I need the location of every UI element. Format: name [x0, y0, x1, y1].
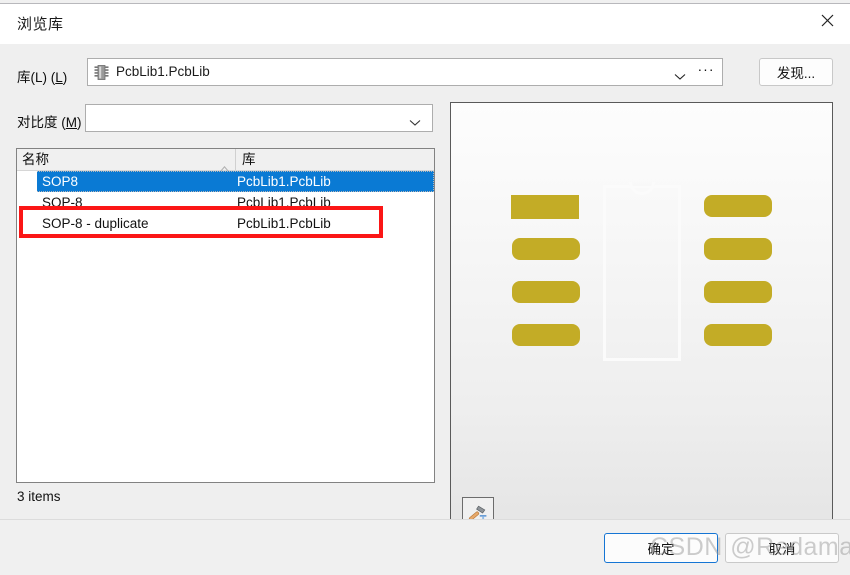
column-header-name-label: 名称	[22, 152, 49, 167]
row-library: PcbLib1.PcbLib	[237, 174, 331, 189]
library-label-tail: )	[62, 70, 68, 85]
cancel-button[interactable]: 取消	[725, 533, 839, 563]
mask-label-text: 对比度 (	[17, 115, 66, 130]
library-label-mnemonic: L	[55, 70, 63, 85]
pad-6	[704, 238, 772, 260]
table-row[interactable]: SOP-8 PcbLib1.PcbLib	[17, 192, 434, 213]
footprint-preview-panel[interactable]	[450, 102, 833, 540]
listview-rows: SOP8 PcbLib1.PcbLib SOP-8 PcbLib1.PcbLib…	[17, 171, 434, 234]
library-browse-ellipsis-button[interactable]: ···	[696, 62, 716, 82]
pad-5	[704, 195, 772, 217]
table-row[interactable]: SOP-8 - duplicate PcbLib1.PcbLib	[17, 213, 434, 234]
close-icon[interactable]	[804, 4, 850, 36]
mask-label-tail: )	[77, 115, 82, 130]
row-library: PcbLib1.PcbLib	[237, 216, 331, 231]
chevron-down-icon[interactable]	[409, 115, 421, 126]
row-name: SOP8	[42, 174, 79, 189]
row-library: PcbLib1.PcbLib	[237, 195, 331, 210]
mask-combobox[interactable]	[85, 104, 433, 132]
row-name: SOP-8 - duplicate	[42, 216, 149, 231]
row-name: SOP-8	[42, 195, 83, 210]
browse-library-dialog: 浏览库 库(L) (L) PcbLib1.PcbLib ··· 发现... 对比…	[0, 4, 850, 575]
discover-button[interactable]: 发现...	[759, 58, 833, 86]
dialog-footer: 确定 取消	[0, 519, 850, 575]
listview-header: 名称 库	[17, 149, 434, 172]
sort-ascending-icon	[220, 157, 229, 172]
column-header-library-label: 库	[242, 152, 256, 167]
table-row[interactable]: SOP8 PcbLib1.PcbLib	[17, 171, 434, 192]
mask-label: 对比度 (M)	[17, 111, 82, 131]
component-body-outline	[603, 185, 681, 361]
ok-button[interactable]: 确定	[604, 533, 718, 563]
column-header-name[interactable]: 名称	[17, 149, 236, 172]
mask-label-mnemonic: M	[65, 115, 77, 130]
pad-8	[704, 324, 772, 346]
pad-2	[512, 238, 580, 260]
column-header-library[interactable]: 库	[237, 149, 434, 170]
library-combobox-value: PcbLib1.PcbLib	[116, 64, 210, 79]
item-count-label: 3 items	[17, 489, 61, 504]
pad-7	[704, 281, 772, 303]
pad-1	[511, 195, 579, 219]
dialog-title: 浏览库	[17, 16, 64, 33]
dialog-body: 库(L) (L) PcbLib1.PcbLib ··· 发现... 对比度 (M…	[0, 44, 850, 540]
pad-3	[512, 281, 580, 303]
library-label-text: 库(L) (	[17, 70, 56, 85]
component-listview[interactable]: 名称 库 SOP8 PcbLib1.PcbLib SOP-8 PcbLib1.P…	[16, 148, 435, 483]
library-label: 库(L) (L)	[17, 66, 67, 86]
pad-4	[512, 324, 580, 346]
row-indent-gap	[17, 171, 37, 192]
library-combobox[interactable]: PcbLib1.PcbLib ···	[87, 58, 723, 86]
dialog-titlebar: 浏览库	[0, 4, 850, 44]
chevron-down-icon[interactable]	[674, 69, 686, 80]
ic-chip-icon	[94, 64, 109, 81]
